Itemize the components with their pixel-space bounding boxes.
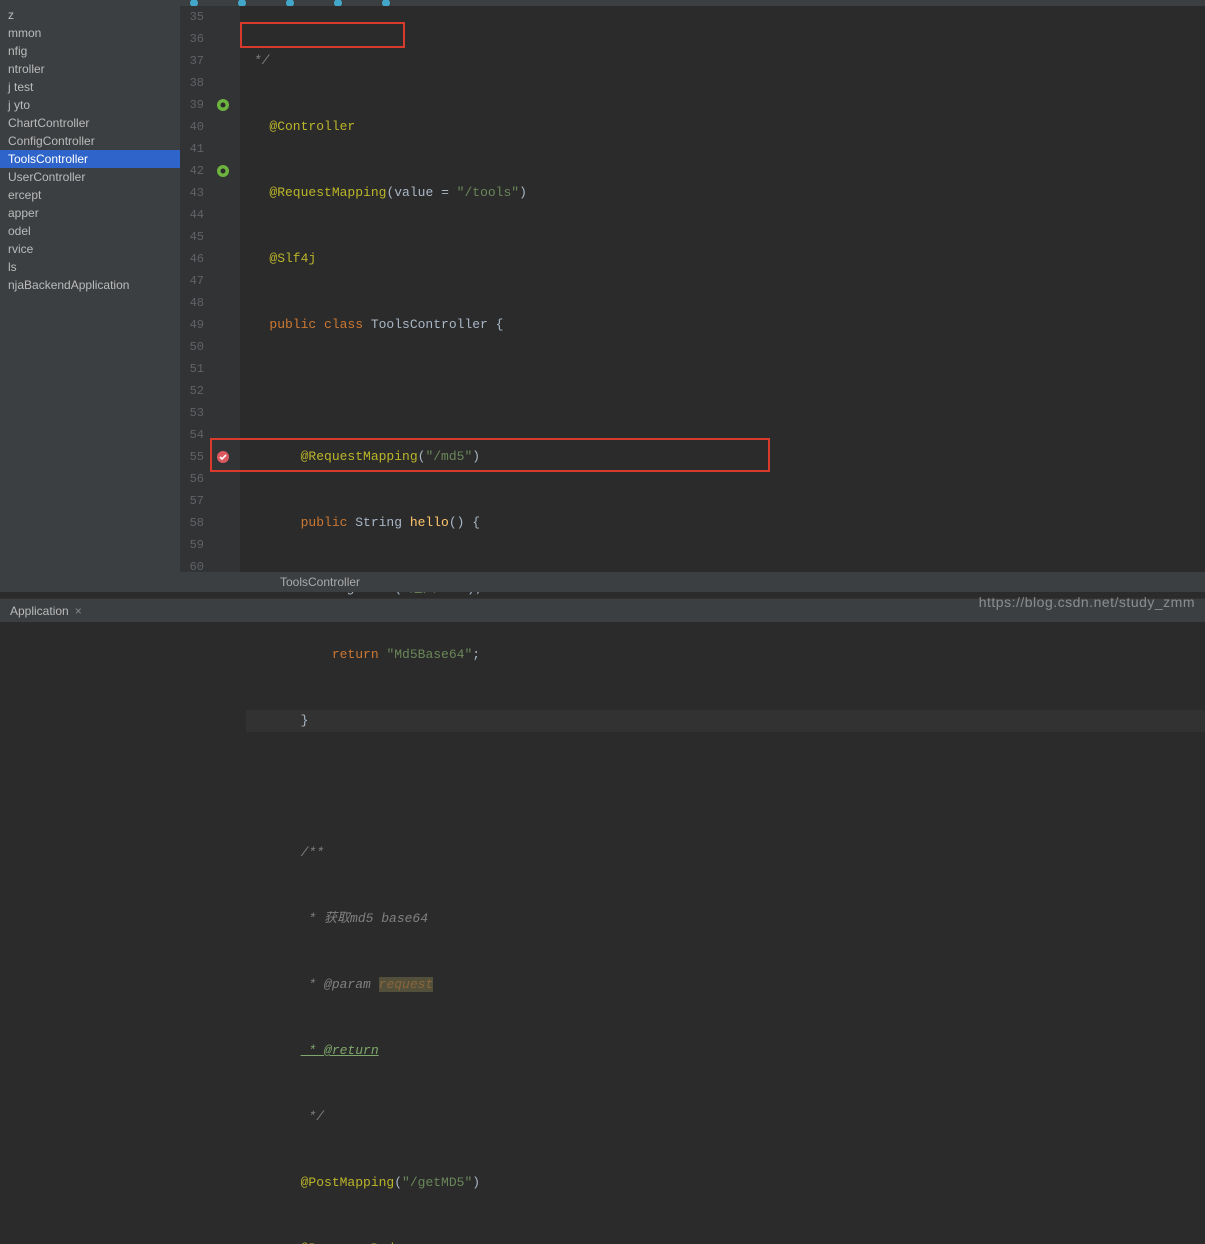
- bottom-tab-application[interactable]: Application ×: [0, 602, 92, 620]
- tree-item[interactable]: ntroller: [0, 60, 180, 78]
- highlight-box: [240, 22, 405, 48]
- tree-item[interactable]: nfig: [0, 42, 180, 60]
- code-editor[interactable]: 3536373839404142434445464748495051525354…: [180, 6, 1205, 592]
- tree-item[interactable]: j test: [0, 78, 180, 96]
- tree-item[interactable]: mmon: [0, 24, 180, 42]
- line-numbers: 3536373839404142434445464748495051525354…: [180, 6, 212, 592]
- gutter-icons: [212, 6, 240, 592]
- tree-item-configcontroller[interactable]: ConfigController: [0, 132, 180, 150]
- tree-item[interactable]: apper: [0, 204, 180, 222]
- tree-item[interactable]: j yto: [0, 96, 180, 114]
- tree-item-chartcontroller[interactable]: ChartController: [0, 114, 180, 132]
- tree-item[interactable]: odel: [0, 222, 180, 240]
- watermark: https://blog.csdn.net/study_zmm: [979, 594, 1195, 610]
- tree-item-toolscontroller[interactable]: ToolsController: [0, 150, 180, 168]
- tree-item-usercontroller[interactable]: UserController: [0, 168, 180, 186]
- tree-item[interactable]: njaBackendApplication: [0, 276, 180, 294]
- tab-label: Application: [10, 604, 69, 618]
- annotation: @RequestMapping: [269, 185, 386, 200]
- breadcrumb-item[interactable]: ToolsController: [280, 575, 360, 589]
- tree-item[interactable]: ls: [0, 258, 180, 276]
- tree-item[interactable]: rvice: [0, 240, 180, 258]
- project-tree[interactable]: z mmon nfig ntroller j test j yto ChartC…: [0, 6, 180, 592]
- tree-item[interactable]: ercept: [0, 186, 180, 204]
- breakpoint-icon[interactable]: [216, 450, 230, 464]
- close-icon[interactable]: ×: [75, 604, 82, 618]
- breadcrumb[interactable]: ToolsController: [180, 572, 1205, 592]
- annotation: @Controller: [269, 119, 355, 134]
- code-area[interactable]: */ @Controller @RequestMapping(value = "…: [240, 6, 1205, 592]
- tree-item[interactable]: z: [0, 6, 180, 24]
- annotation: @Slf4j: [269, 251, 316, 266]
- code-comment: */: [246, 53, 269, 68]
- spring-bean-icon: [216, 98, 230, 112]
- spring-bean-icon: [216, 164, 230, 178]
